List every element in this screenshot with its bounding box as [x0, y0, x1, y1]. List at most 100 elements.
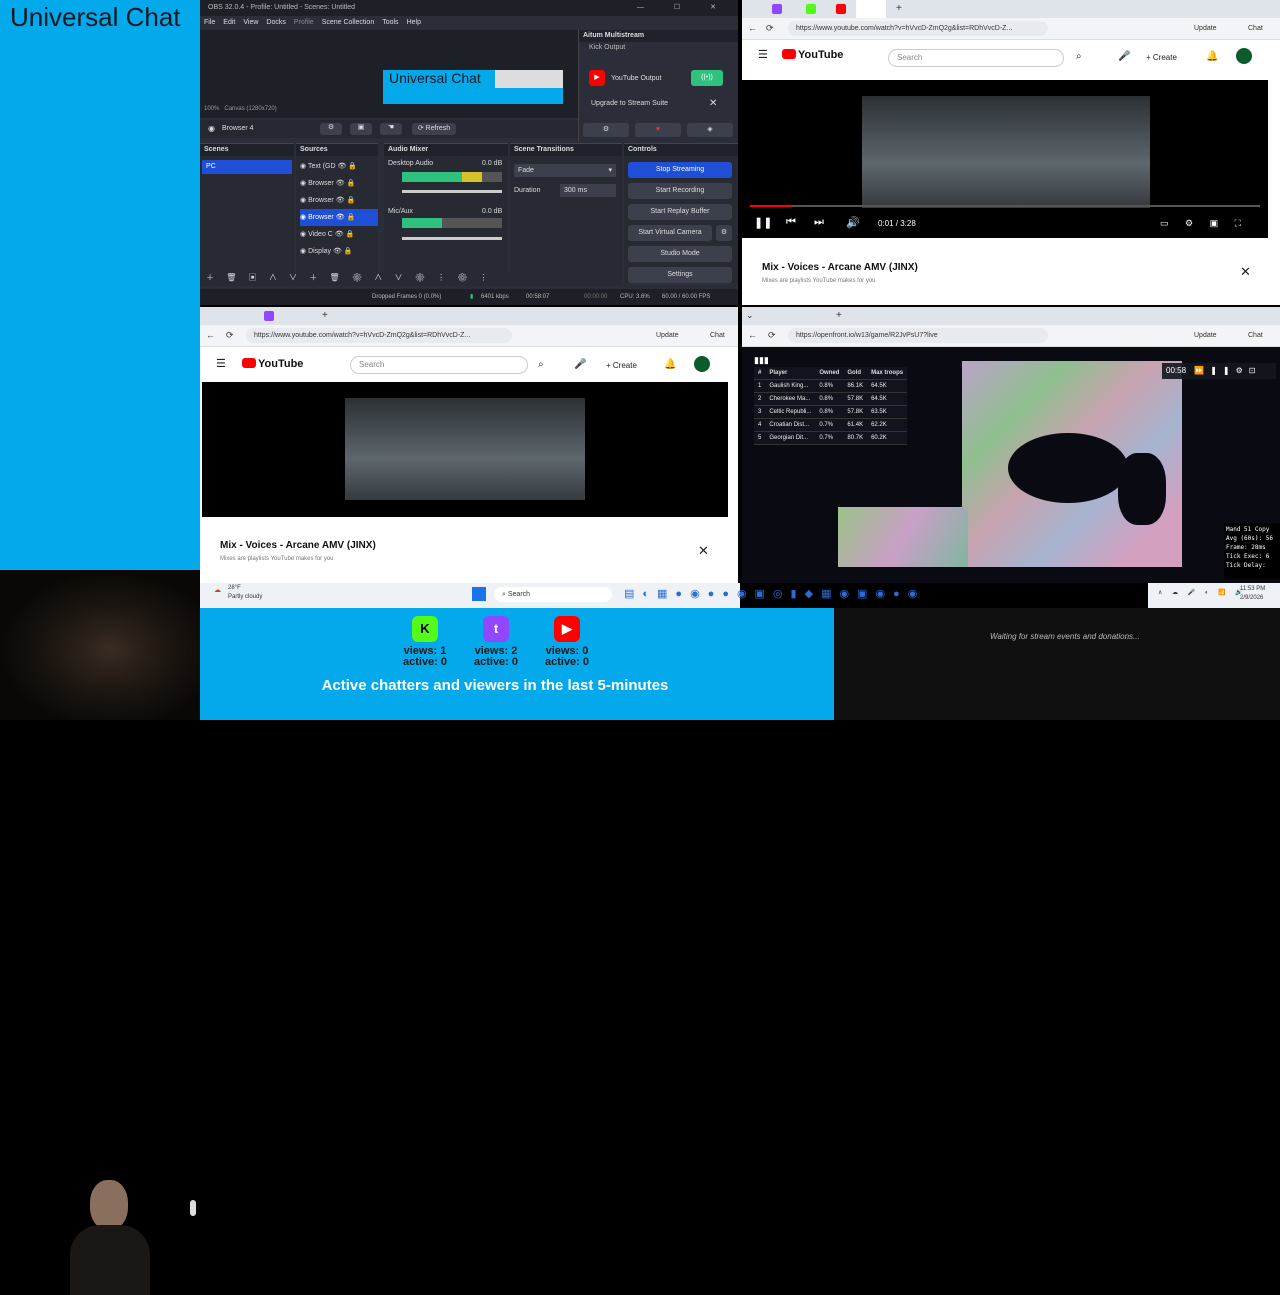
taskbar-app-icons[interactable]: ▤◐▦●◉●●◉▣◎▮◆▦◉▣◉●◉ [624, 587, 925, 600]
table-row[interactable]: 4 Croatian Dist... 0.7% 61.4K 62.2K [754, 418, 908, 432]
table-row[interactable]: 3 Celtic Republi... 0.8% 57.8K 63.5K [754, 405, 908, 419]
kick-tab-icon[interactable] [806, 4, 816, 14]
source-item[interactable]: ◉ Browser 👁 🔒 [300, 175, 378, 192]
update-button[interactable]: Update [656, 332, 679, 339]
video-player[interactable] [202, 382, 728, 517]
scene-item[interactable]: PC [202, 160, 292, 174]
table-row[interactable]: 5 Georgian Dit... 0.7% 80.7K 60.2K [754, 431, 908, 445]
video-player[interactable]: ❚❚ ⏮ ⏭ 🔊 0:01 / 3:28 ▭ ⚙ ▣ ⛶ [742, 80, 1268, 238]
youtube-tab-icon[interactable] [836, 4, 846, 14]
avatar[interactable] [1236, 48, 1252, 64]
leaderboard-icon[interactable]: ▮▮▮ [754, 355, 769, 366]
desktop-audio-slider[interactable] [402, 190, 502, 193]
menu-tools[interactable]: Tools [382, 19, 398, 26]
heart-icon[interactable]: ♥ [635, 123, 681, 137]
new-tab-icon[interactable]: + [322, 310, 328, 321]
menu-help[interactable]: Help [407, 19, 421, 26]
progress-track[interactable] [750, 205, 1260, 207]
twitch-tab-icon[interactable] [772, 4, 782, 14]
create-button[interactable]: + Create [606, 361, 637, 370]
settings-button[interactable]: Settings [628, 267, 732, 283]
volume-icon[interactable]: 🔊 [846, 216, 860, 229]
create-button[interactable]: + Create [1146, 53, 1177, 62]
player-controls-icons[interactable]: ▭ ⚙ ▣ ⛶ [1160, 218, 1241, 229]
next-icon[interactable]: ⏭ [814, 216, 824, 229]
table-row[interactable]: 1 Gaulish King... 0.8% 86.1K 64.5K [754, 379, 908, 393]
tray-icons[interactable]: ∧ ☁ 🎤 ◐ 📶 🔊 [1158, 589, 1247, 596]
dock-toolbar[interactable]: ＋ 🗑 ▣ ∧ ∨ ＋ 🗑 ⚙ ∧ ∨ ⚙ ⋮ ⚙ ⋮ [200, 272, 622, 286]
url-bar[interactable]: https://www.youtube.com/watch?v=hVvcD-Zm… [788, 21, 1048, 36]
reload-icon[interactable]: ⟳ [226, 330, 234, 341]
obs-preview[interactable]: Universal Chat 100% Canvas (1280x720) [200, 30, 578, 118]
close-icon[interactable]: ✕ [709, 98, 717, 109]
update-button[interactable]: Update [1194, 332, 1217, 339]
search-input[interactable]: Search [888, 49, 1064, 67]
back-icon[interactable]: ← [748, 330, 757, 340]
menu-file[interactable]: File [204, 19, 215, 26]
refresh-button[interactable]: ⟳ Refresh [412, 123, 456, 135]
youtube-output-toggle[interactable]: ((•)) [691, 70, 723, 86]
youtube-logo[interactable]: YouTube [782, 49, 843, 61]
close-icon[interactable]: ✕ [1240, 264, 1251, 280]
duration-input[interactable]: 300 ms [560, 184, 616, 197]
multistream-settings-icon[interactable]: ⚙ [583, 123, 629, 137]
menu-icon[interactable]: ☰ [216, 357, 226, 370]
chat-button[interactable]: Chat [1248, 332, 1263, 339]
mic-aux-slider[interactable] [402, 237, 502, 240]
reload-icon[interactable]: ⟳ [766, 23, 774, 34]
source-item[interactable]: ◉ Text (GD 👁 🔒 [300, 158, 378, 175]
avatar[interactable] [694, 356, 710, 372]
start-icon[interactable] [472, 587, 486, 601]
mix-title[interactable]: Mix - Voices - Arcane AMV (JINX) [762, 262, 918, 273]
new-tab-icon[interactable]: + [896, 3, 902, 14]
close-icon[interactable]: ✕ [698, 543, 709, 559]
source-item[interactable]: ◉ Browser 👁 🔒 [300, 192, 378, 209]
search-icon[interactable]: ⌕ [1076, 51, 1082, 62]
youtube-logo[interactable]: YouTube [242, 358, 303, 370]
start-recording-button[interactable]: Start Recording [628, 183, 732, 199]
chat-button[interactable]: Chat [710, 332, 725, 339]
back-icon[interactable]: ← [206, 330, 215, 340]
menu-scene-collection[interactable]: Scene Collection [322, 19, 375, 26]
stop-streaming-button[interactable]: Stop Streaming [628, 162, 732, 178]
properties-gear-icon[interactable]: ⚙ [320, 123, 342, 135]
search-input[interactable]: Search [350, 356, 528, 374]
window-controls[interactable]: — ☐ ✕ [637, 0, 730, 16]
start-replay-buffer-button[interactable]: Start Replay Buffer [628, 204, 732, 220]
transition-select[interactable]: Fade ▾ [514, 164, 616, 177]
game-control-icons[interactable]: ⏩❚❚⚙⊡ [1194, 366, 1261, 375]
menu-profile[interactable]: Profile [294, 19, 314, 26]
mix-title[interactable]: Mix - Voices - Arcane AMV (JINX) [220, 540, 376, 551]
new-tab-icon[interactable]: + [836, 310, 842, 321]
taskbar-search[interactable]: ⌕ Search [494, 587, 612, 602]
active-tab[interactable] [856, 0, 886, 18]
mic-icon[interactable]: 🎤 [574, 359, 586, 370]
menu-docks[interactable]: Docks [266, 19, 285, 26]
url-bar[interactable]: https://www.youtube.com/watch?v=hVvcD-Zm… [246, 328, 512, 343]
chat-button[interactable]: Chat [1248, 25, 1263, 32]
menu-view[interactable]: View [243, 19, 258, 26]
virtual-camera-gear-icon[interactable]: ⚙ [716, 225, 732, 241]
menu-icon[interactable]: ☰ [758, 48, 768, 61]
url-bar[interactable]: https://openfront.io/w13/game/R2JvPsU7?l… [788, 328, 1048, 343]
twitch-tab-icon[interactable] [264, 311, 274, 321]
source-item[interactable]: ◉ Video C 👁 🔒 [300, 226, 378, 243]
start-virtual-camera-button[interactable]: Start Virtual Camera [628, 225, 712, 241]
reload-icon[interactable]: ⟳ [768, 330, 776, 341]
back-icon[interactable]: ← [748, 23, 757, 33]
source-item[interactable]: ◉ Display 👁 🔒 [300, 243, 378, 260]
tab-menu-icon[interactable]: ⌄ [746, 310, 754, 321]
menu-edit[interactable]: Edit [223, 19, 235, 26]
search-icon[interactable]: ⌕ [538, 359, 544, 370]
mic-icon[interactable]: 🎤 [1118, 51, 1130, 62]
discord-icon[interactable]: ◈ [687, 123, 733, 137]
studio-mode-button[interactable]: Studio Mode [628, 246, 732, 262]
filters-icon[interactable]: ▣ [350, 123, 372, 135]
game-map[interactable]: ▮▮▮ # Player Owned Gold Max troops 1 Gaulish … [742, 347, 1280, 583]
previous-icon[interactable]: ⏮ [786, 216, 796, 229]
source-item-selected[interactable]: ◉ Browser 👁 🔒 [300, 209, 378, 226]
upgrade-link[interactable]: Upgrade to Stream Suite [591, 100, 668, 107]
interact-icon[interactable]: ☚ [380, 123, 402, 135]
pause-icon[interactable]: ❚❚ [754, 216, 772, 229]
bell-icon[interactable]: 🔔 [664, 359, 676, 370]
